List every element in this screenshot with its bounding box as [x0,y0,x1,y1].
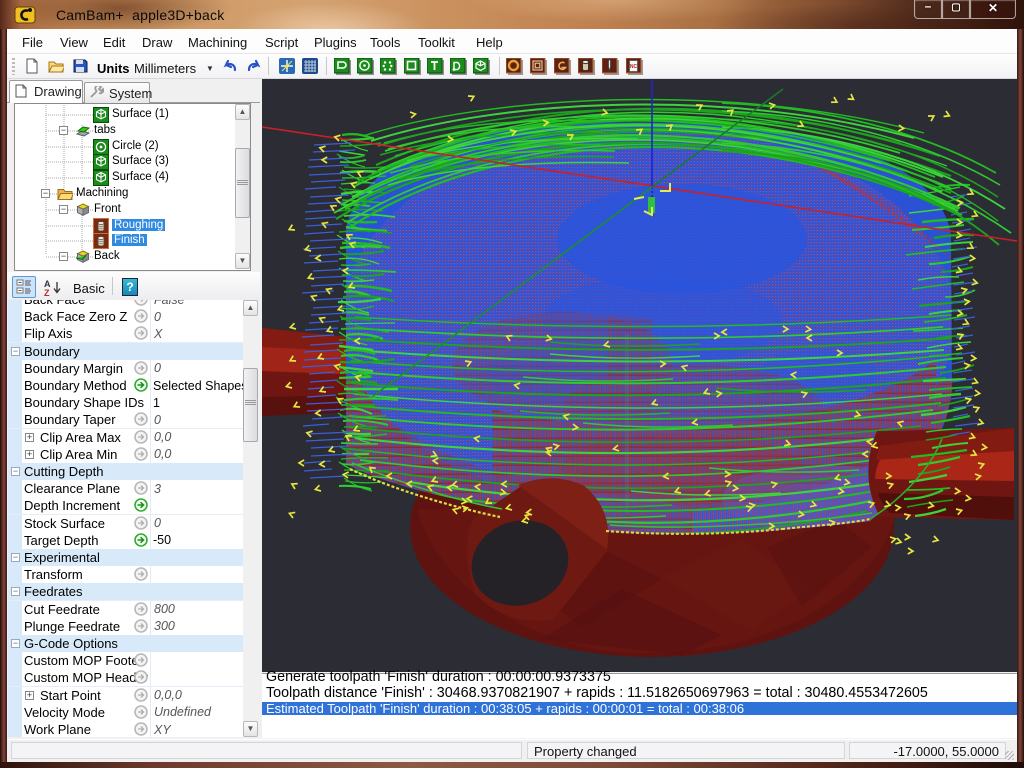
svg-text:NC: NC [630,64,638,70]
svg-text:Z: Z [44,288,50,296]
